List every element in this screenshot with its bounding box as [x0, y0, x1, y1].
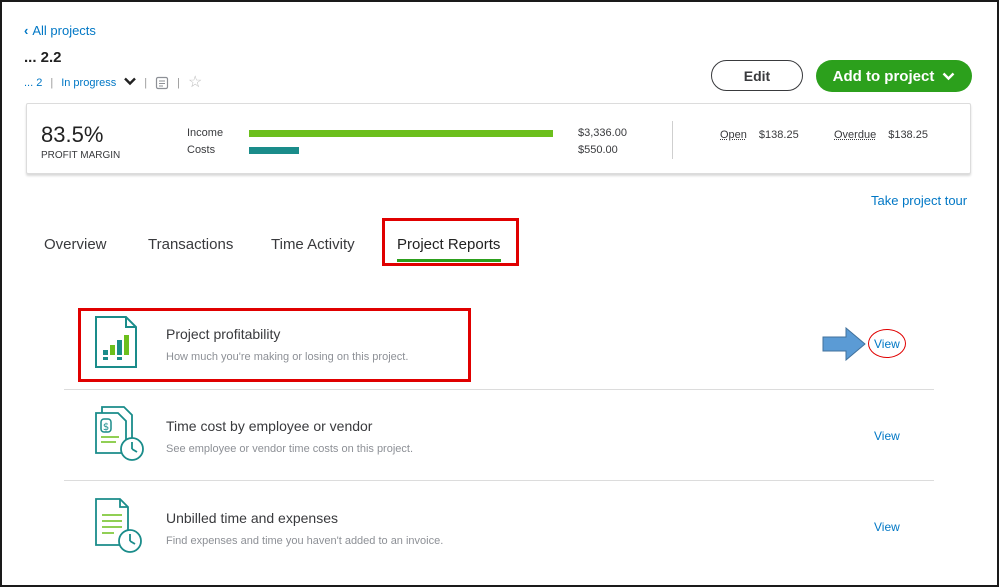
income-amount: $3,336.00 [578, 127, 627, 139]
tab-time-activity[interactable]: Time Activity [271, 236, 355, 253]
profit-margin-label: PROFIT MARGIN [41, 150, 121, 161]
open-amount: $138.25 [758, 129, 799, 141]
star-icon[interactable]: ☆ [188, 75, 202, 91]
customer-link[interactable]: ... 2 [24, 77, 42, 89]
svg-text:$: $ [103, 422, 109, 433]
annotation-box-tab [382, 218, 519, 266]
chevron-down-icon [942, 68, 955, 85]
view-unbilled-link[interactable]: View [874, 520, 900, 534]
open-balance[interactable]: Open $138.25 [720, 129, 799, 141]
profit-margin-value: 83.5% [41, 122, 104, 147]
arrow-right-icon [822, 326, 866, 366]
open-label: Open [720, 129, 747, 141]
income-label: Income [187, 127, 224, 139]
overdue-amount: $138.25 [888, 129, 928, 141]
view-time-cost-link[interactable]: View [874, 429, 900, 443]
chevron-down-icon [124, 77, 137, 89]
screenshot-frame: ‹ All projects ... 2.2 ... 2 | In progres… [0, 0, 999, 587]
edit-button[interactable]: Edit [711, 60, 803, 91]
tab-overview[interactable]: Overview [44, 236, 107, 253]
row-divider [64, 389, 934, 390]
costs-amount: $550.00 [578, 144, 618, 156]
report-description: See employee or vendor time costs on thi… [166, 443, 414, 455]
overdue-balance[interactable]: Overdue $138.25 [834, 129, 928, 141]
report-title[interactable]: Unbilled time and expenses [166, 510, 338, 526]
time-cost-report-icon: $ [94, 405, 146, 468]
meta-separator: | [50, 77, 54, 89]
unbilled-report-icon [94, 497, 146, 560]
row-divider [64, 480, 934, 481]
income-bar [249, 130, 553, 137]
take-project-tour-link[interactable]: Take project tour [871, 193, 967, 208]
overdue-label: Overdue [834, 129, 877, 141]
annotation-box-profitability [78, 308, 471, 382]
tab-transactions[interactable]: Transactions [148, 236, 233, 253]
all-projects-label: All projects [32, 23, 96, 38]
report-title[interactable]: Time cost by employee or vendor [166, 418, 372, 434]
costs-label: Costs [187, 144, 216, 156]
chevron-left-icon: ‹ [24, 23, 29, 38]
add-to-project-button[interactable]: Add to project [816, 60, 972, 92]
summary-divider [672, 121, 673, 159]
status-label: In progress [61, 77, 117, 89]
project-summary-card: 83.5% PROFIT MARGIN Income $3,336.00 Cos… [26, 103, 971, 174]
report-row-time-cost: $ Time cost by employee or vendor See em… [64, 391, 934, 481]
meta-separator: | [144, 77, 148, 89]
meta-separator: | [177, 77, 181, 89]
project-title: ... 2.2 [24, 49, 62, 66]
project-meta-row: ... 2 | In progress | | ☆ [24, 75, 202, 91]
all-projects-link[interactable]: ‹ All projects [24, 23, 96, 38]
report-description: Find expenses and time you haven't added… [166, 535, 444, 547]
report-row-unbilled: Unbilled time and expenses Find expenses… [64, 482, 934, 572]
status-dropdown[interactable]: In progress [61, 77, 137, 89]
annotation-circle-view [868, 329, 906, 358]
costs-bar [249, 147, 299, 154]
add-to-project-label: Add to project [832, 67, 935, 85]
notes-icon[interactable] [155, 76, 169, 90]
